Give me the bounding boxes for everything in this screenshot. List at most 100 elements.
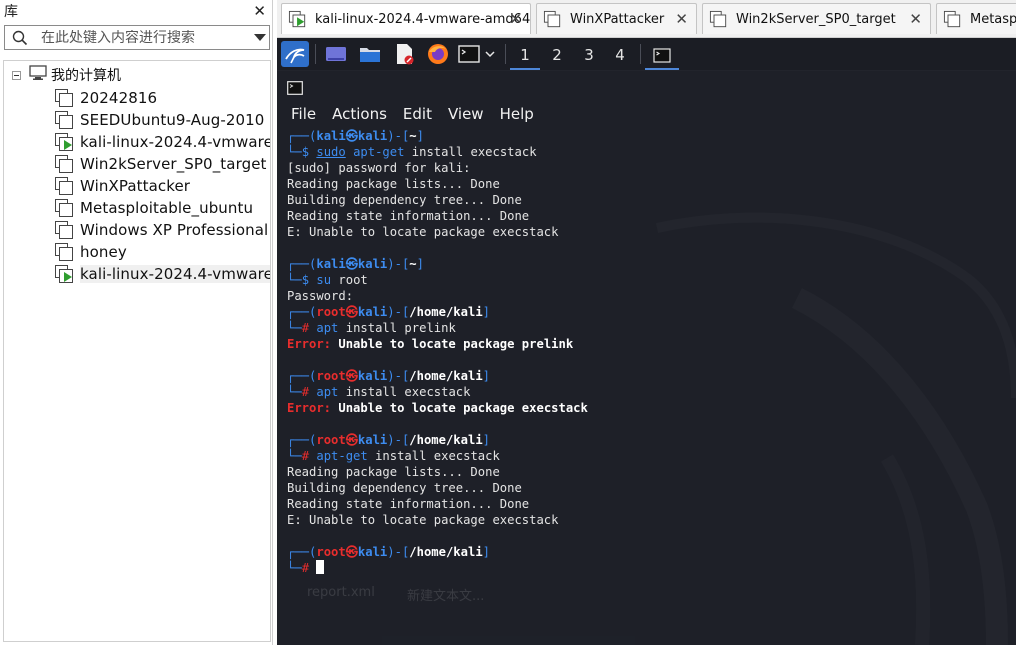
terminal-line: Building dependency tree... Done: [287, 481, 522, 495]
terminal-line: └─$ su root: [287, 273, 368, 287]
vm-tab-bar: kali-linux-2024.4-vmware-amd64 ✕ WinXPat…: [277, 0, 1016, 38]
vm-icon: [543, 10, 561, 27]
terminal-line: Reading package lists... Done: [287, 465, 500, 479]
show-desktop-icon[interactable]: [323, 41, 349, 67]
vm-list-item[interactable]: kali-linux-2024.4-vmware-amd64: [55, 263, 270, 285]
panel-separator: [505, 44, 506, 64]
tab-close-icon[interactable]: ✕: [509, 10, 522, 28]
vm-list-item[interactable]: Metasploitable_ubuntu: [55, 197, 270, 219]
tab-close-icon[interactable]: ✕: [909, 10, 922, 28]
kali-menu-icon[interactable]: [281, 41, 309, 67]
terminal-line: E: Unable to locate package execstack: [287, 513, 559, 527]
terminal-titlebar-icon: [287, 80, 303, 99]
vm-list-item[interactable]: kali-linux-2024.4-vmware-amd64: [55, 131, 270, 153]
terminal-output[interactable]: ┌──(kali㉿kali)-[~] └─$ sudo apt-get insta…: [287, 128, 588, 576]
terminal-line: Reading package lists... Done: [287, 177, 500, 191]
terminal-line: ┌──(root㉿kali)-[/home/kali]: [287, 433, 490, 447]
vm-list-item[interactable]: 20242816: [55, 87, 270, 109]
library-panel: 库 ✕ 我的计算机 20242816 SEEDUbuntu9-Aug-2010 ka…: [0, 0, 273, 645]
tab-close-icon[interactable]: ✕: [675, 10, 688, 28]
vm-icon: [709, 10, 727, 27]
tab-label: Win2kServer_SP0_target: [736, 11, 896, 27]
vm-label: kali-linux-2024.4-vmware-amd64: [80, 265, 270, 283]
text-editor-icon[interactable]: [391, 41, 417, 67]
terminal-line: Building dependency tree... Done: [287, 193, 522, 207]
collapse-icon[interactable]: [12, 70, 21, 80]
library-close-icon[interactable]: ✕: [253, 2, 266, 20]
firefox-icon[interactable]: [425, 41, 451, 67]
vm-list-item[interactable]: honey: [55, 241, 270, 263]
tab-label: WinXPattacker: [570, 11, 665, 27]
vm-running-icon: [288, 10, 306, 27]
vm-list-item[interactable]: Windows XP Professional: [55, 219, 270, 241]
terminal-line: [sudo] password for kali:: [287, 161, 471, 175]
panel-separator: [315, 44, 316, 64]
tab-win2kserver[interactable]: Win2kServer_SP0_target ✕: [702, 3, 931, 34]
vm-icon: [55, 242, 74, 262]
vm-label: honey: [80, 243, 127, 261]
terminal-cursor: [316, 560, 325, 574]
vm-label: 20242816: [80, 89, 158, 107]
terminal-line: ┌──(root㉿kali)-[/home/kali]: [287, 545, 490, 559]
menu-file[interactable]: File: [291, 105, 316, 123]
search-icon: [9, 27, 31, 49]
file-manager-icon[interactable]: [357, 41, 383, 67]
desktop-file-label: report.xml: [307, 585, 375, 600]
menu-view[interactable]: View: [448, 105, 484, 123]
terminal-line: Reading state information... Done: [287, 497, 530, 511]
vm-list-item[interactable]: Win2kServer_SP0_target: [55, 153, 270, 175]
launcher-dropdown-icon[interactable]: [482, 41, 498, 67]
workspace-4[interactable]: 4: [605, 42, 635, 68]
tree-root-label: 我的计算机: [51, 68, 121, 84]
tab-metasploitable[interactable]: Metasploitable_ubuntu: [936, 3, 1016, 34]
vm-label: kali-linux-2024.4-vmware-amd64: [80, 133, 270, 151]
vm-list-item[interactable]: SEEDUbuntu9-Aug-2010: [55, 109, 270, 131]
terminal-line: Reading state information... Done: [287, 209, 530, 223]
tab-winxpattacker[interactable]: WinXPattacker ✕: [536, 3, 697, 34]
vm-list-item[interactable]: WinXPattacker: [55, 175, 270, 197]
vm-icon: [55, 198, 74, 218]
library-header: 库 ✕: [0, 0, 272, 22]
menu-edit[interactable]: Edit: [403, 105, 432, 123]
terminal-line: E: Unable to locate package execstack: [287, 225, 559, 239]
vm-label: Win2kServer_SP0_target: [80, 155, 267, 173]
terminal-line: ┌──(kali㉿kali)-[~]: [287, 129, 424, 143]
panel-separator: [640, 44, 641, 64]
terminal-line: └─#: [287, 560, 588, 576]
terminal-line: └─# apt install execstack: [287, 385, 471, 399]
search-dropdown-icon[interactable]: [251, 33, 269, 42]
library-search-box[interactable]: [4, 25, 270, 50]
terminal-line: Error: Unable to locate package prelink: [287, 337, 574, 351]
terminal-window[interactable]: report.xml 新建文本文... File Actions Edit Vi…: [277, 70, 1016, 645]
tree-root-my-computer[interactable]: 我的计算机: [12, 65, 121, 85]
desktop-file-label: 新建文本文...: [407, 589, 485, 604]
menu-actions[interactable]: Actions: [332, 105, 387, 123]
vm-tree: 我的计算机 20242816 SEEDUbuntu9-Aug-2010 kali-l…: [3, 60, 271, 642]
workspace-3[interactable]: 3: [574, 42, 604, 68]
menu-help[interactable]: Help: [500, 105, 534, 123]
vm-label: Windows XP Professional: [80, 221, 269, 239]
terminal-line: └─# apt install prelink: [287, 321, 456, 335]
terminal-line: └─# apt-get install execstack: [287, 449, 500, 463]
terminal-line: Password:: [287, 289, 354, 303]
vm-icon: [55, 110, 74, 130]
workspace-1[interactable]: 1: [510, 42, 540, 70]
tab-kali-linux[interactable]: kali-linux-2024.4-vmware-amd64 ✕: [281, 3, 531, 34]
vm-label: SEEDUbuntu9-Aug-2010: [80, 111, 265, 129]
vm-icon: [55, 154, 74, 174]
vm-screen[interactable]: 1 2 3 4 report.xml 新建文本文... File Actions…: [277, 38, 1016, 645]
terminal-line: Error: Unable to locate package execstac…: [287, 401, 588, 415]
kali-top-panel: 1 2 3 4: [277, 38, 1016, 71]
workspace-2[interactable]: 2: [542, 42, 572, 68]
terminal-launcher-icon[interactable]: [457, 41, 481, 67]
tab-label: kali-linux-2024.4-vmware-amd64: [315, 11, 531, 27]
vm-icon: [943, 10, 961, 27]
library-title: 库: [4, 4, 18, 20]
terminal-line: ┌──(root㉿kali)-[/home/kali]: [287, 305, 490, 319]
library-search-input[interactable]: [31, 29, 251, 46]
taskbar-terminal-window[interactable]: [645, 42, 679, 70]
terminal-line: ┌──(kali㉿kali)-[~]: [287, 257, 424, 271]
